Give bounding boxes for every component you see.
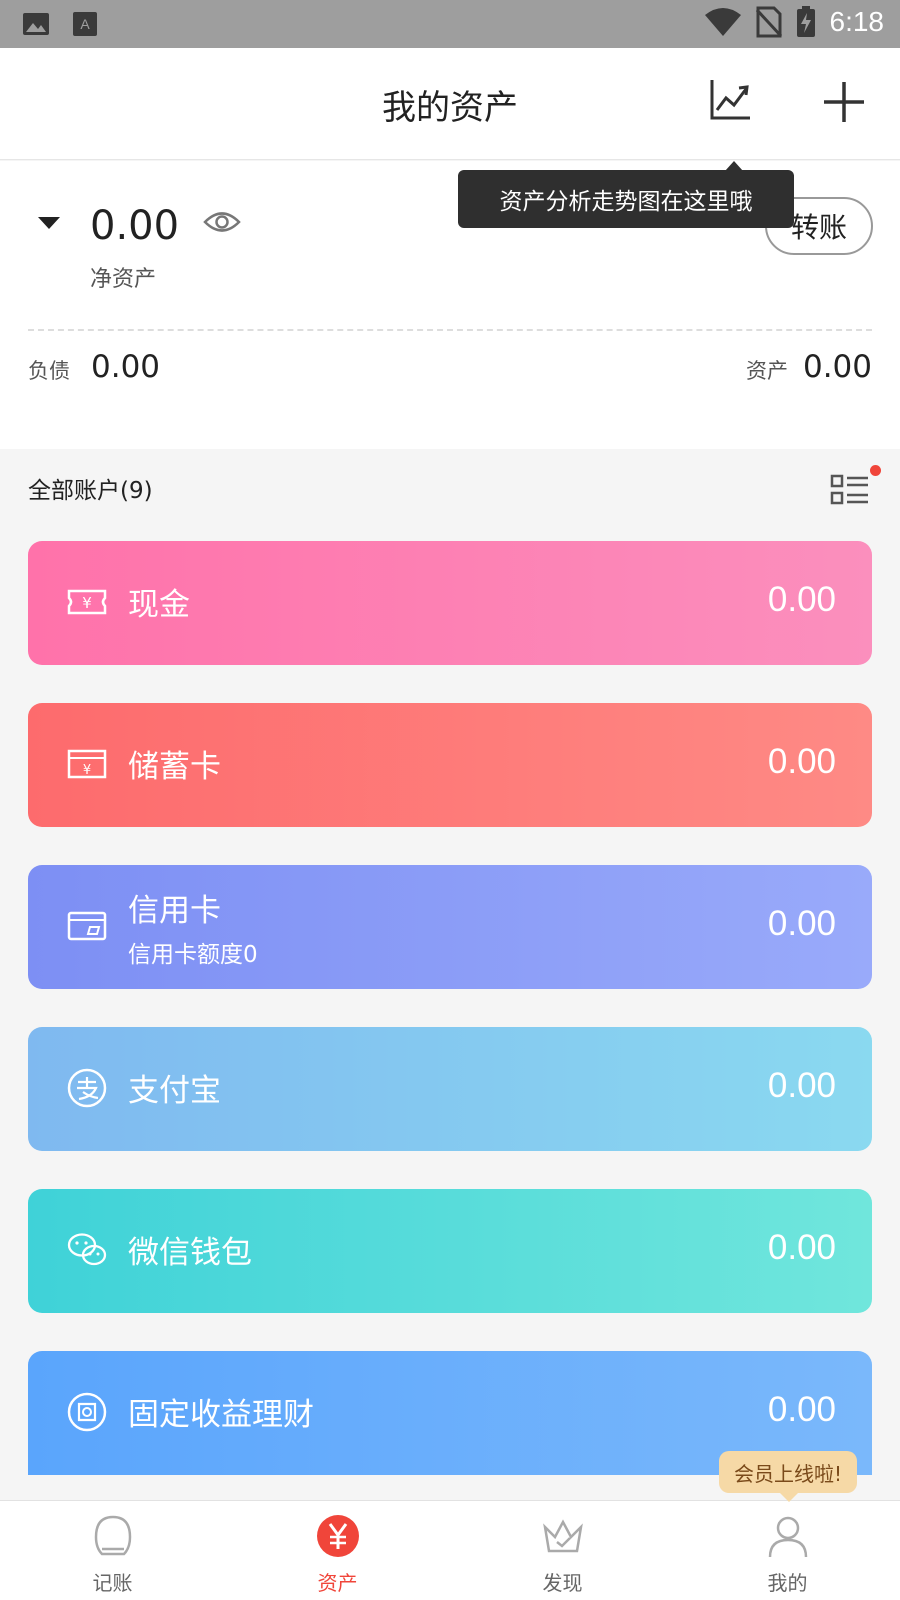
account-name: 固定收益理财: [128, 1397, 314, 1433]
bottom-nav: 记账 资产 发现 我的: [0, 1500, 900, 1600]
svg-text:¥: ¥: [82, 594, 92, 612]
account-name: 信用卡: [128, 893, 221, 929]
nav-item-assets[interactable]: 资产: [225, 1501, 450, 1600]
liabilities-value: 0.00: [91, 349, 161, 385]
account-card-debit[interactable]: ¥ 储蓄卡 0.00: [28, 703, 872, 827]
nav-item-bookkeeping[interactable]: 记账: [0, 1501, 225, 1600]
account-name: 储蓄卡: [128, 749, 221, 785]
wifi-icon: [704, 8, 741, 36]
bookkeeping-icon: [94, 1515, 132, 1556]
crown-icon: [543, 1519, 583, 1553]
alipay-icon: [67, 1068, 107, 1108]
nav-label: 我的: [767, 1571, 808, 1595]
app-header: 我的资产: [0, 48, 900, 160]
account-name: 支付宝: [128, 1073, 221, 1109]
caret-down-icon[interactable]: [38, 217, 60, 229]
account-name: 现金: [128, 587, 190, 623]
trend-chart-icon[interactable]: [708, 78, 752, 122]
liabilities-label: 负债: [28, 359, 70, 383]
net-assets-label: 净资产: [90, 267, 157, 292]
user-icon: [768, 1516, 808, 1558]
divider: [28, 329, 872, 331]
account-balance: 0.00: [767, 1228, 836, 1267]
assets-value: 0.00: [802, 349, 872, 385]
credit-card-icon: [67, 911, 107, 941]
nav-label: 记账: [92, 1571, 133, 1595]
eye-icon[interactable]: [203, 209, 241, 235]
svg-text:¥: ¥: [83, 763, 91, 778]
accounts-header: 全部账户(9): [0, 449, 900, 529]
account-card-wechat[interactable]: 微信钱包 0.00: [28, 1189, 872, 1313]
account-card-credit[interactable]: 信用卡 信用卡额度0 0.00: [28, 865, 872, 989]
battery-charging-icon: [796, 6, 815, 37]
status-bar: A 6:18: [0, 0, 900, 48]
account-name: 微信钱包: [128, 1235, 252, 1271]
gallery-notification-icon: [23, 13, 49, 35]
fixed-income-icon: [67, 1392, 107, 1432]
assets-label: 资产: [746, 359, 788, 383]
account-card-alipay[interactable]: 支付宝 0.00: [28, 1027, 872, 1151]
badge-arrow: [780, 1493, 798, 1502]
nav-label: 资产: [317, 1571, 358, 1595]
member-online-badge[interactable]: 会员上线啦!: [719, 1451, 857, 1493]
cash-icon: ¥: [67, 589, 107, 615]
account-balance: 0.00: [767, 904, 836, 943]
net-assets-value: 0.00: [90, 203, 180, 249]
nav-item-discover[interactable]: 发现: [450, 1501, 675, 1600]
accounts-title: 全部账户(9): [28, 478, 153, 504]
credit-limit-text: 信用卡额度0: [128, 942, 258, 968]
list-view-icon[interactable]: [830, 473, 870, 507]
no-sim-icon: [755, 6, 782, 38]
account-balance: 0.00: [767, 742, 836, 781]
keyboard-notification-icon: A: [73, 12, 97, 36]
wechat-icon: [67, 1233, 107, 1266]
page-title: 我的资产: [382, 88, 518, 128]
yuan-icon: [317, 1515, 359, 1557]
nav-label: 发现: [542, 1571, 583, 1595]
analysis-tooltip[interactable]: 资产分析走势图在这里哦: [458, 170, 794, 228]
account-card-cash[interactable]: ¥ 现金 0.00: [28, 541, 872, 665]
account-balance: 0.00: [767, 580, 836, 619]
account-balance: 0.00: [767, 1390, 836, 1429]
notification-dot: [870, 465, 881, 476]
add-icon[interactable]: [822, 80, 866, 124]
clock: 6:18: [829, 6, 885, 37]
account-balance: 0.00: [767, 1066, 836, 1105]
nav-item-profile[interactable]: 我的: [675, 1501, 900, 1600]
svg-text:A: A: [80, 16, 90, 32]
debit-card-icon: ¥: [67, 749, 107, 779]
